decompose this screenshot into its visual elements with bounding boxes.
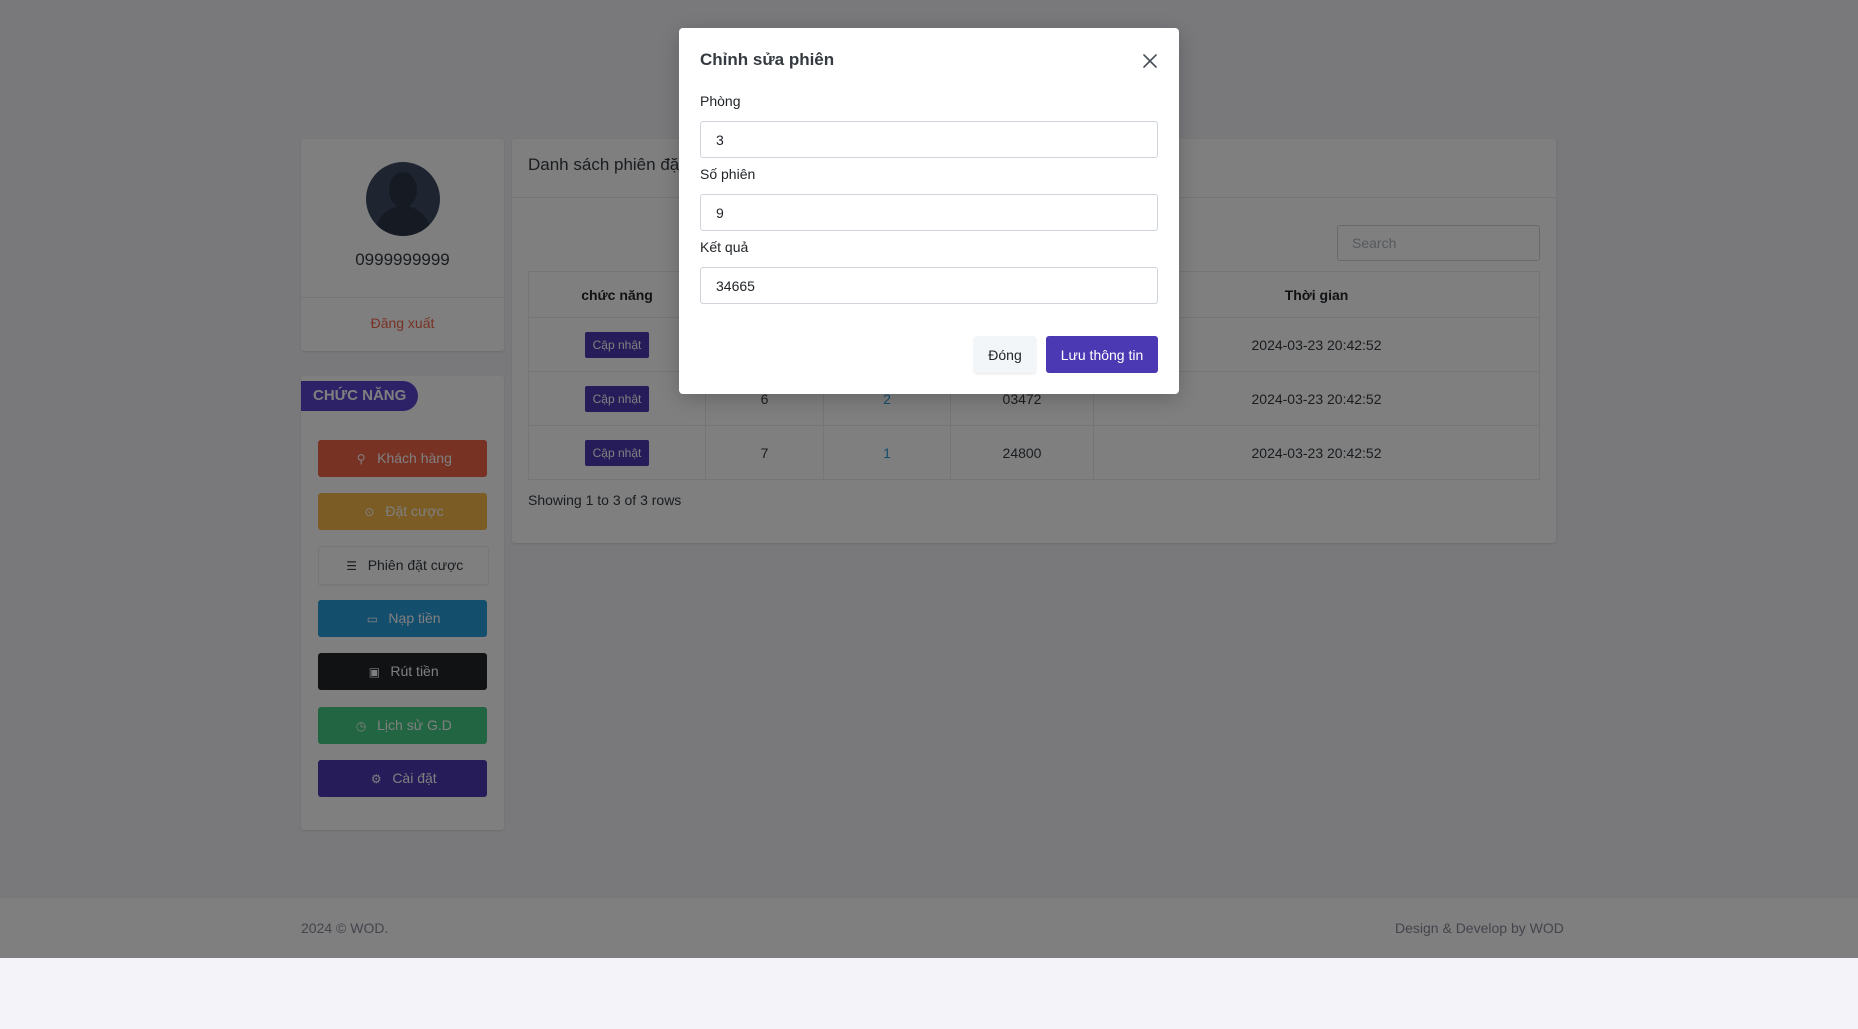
edit-session-modal: Chỉnh sửa phiên Phòng Số phiên Kết quả Đ…	[679, 28, 1179, 394]
result-input[interactable]	[700, 267, 1158, 304]
modal-title: Chỉnh sửa phiên	[700, 50, 835, 69]
session-number-label: Số phiên	[700, 166, 756, 182]
close-icon[interactable]	[1140, 51, 1160, 71]
result-label: Kết quả	[700, 239, 749, 255]
room-label: Phòng	[700, 93, 741, 109]
session-number-input[interactable]	[700, 194, 1158, 231]
room-input[interactable]	[700, 121, 1158, 158]
save-button[interactable]: Lưu thông tin	[1046, 336, 1158, 373]
close-button[interactable]: Đóng	[974, 336, 1036, 373]
